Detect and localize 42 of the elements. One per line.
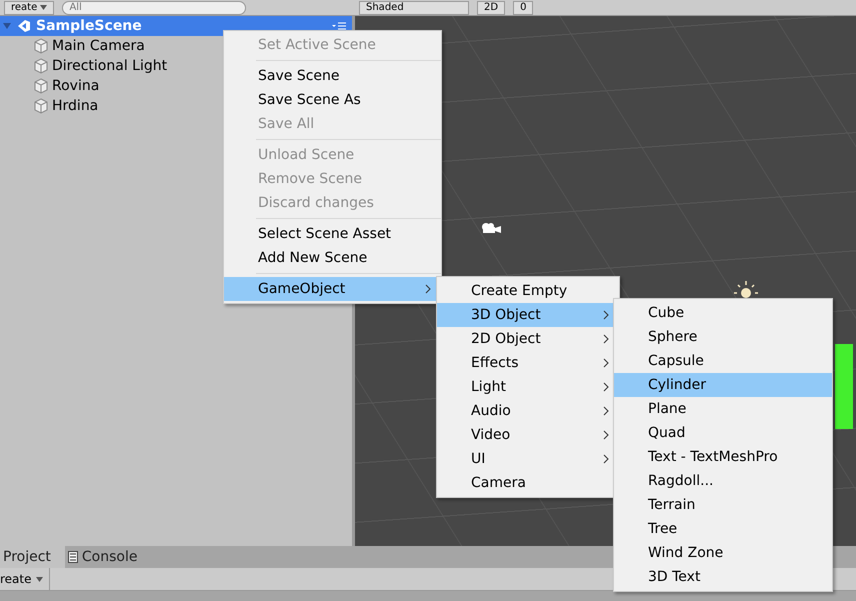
menu-item[interactable]: Text - TextMeshPro — [614, 445, 832, 469]
menu-item[interactable]: Terrain — [614, 493, 832, 517]
menu-item[interactable]: Select Scene Asset — [224, 222, 441, 246]
chevron-right-icon — [603, 334, 609, 344]
chevron-right-icon — [603, 358, 609, 368]
unity-logo-icon — [16, 18, 32, 34]
expand-triangle-icon — [2, 21, 12, 31]
menu-item[interactable]: Wind Zone — [614, 541, 832, 565]
menu-item[interactable]: Save Scene As — [224, 88, 441, 112]
menu-item[interactable]: Plane — [614, 397, 832, 421]
menu-item[interactable]: Save Scene — [224, 64, 441, 88]
menu-item[interactable]: Tree — [614, 517, 832, 541]
panel-tab[interactable]: Console — [64, 546, 152, 568]
menu-item[interactable]: Add New Scene — [224, 246, 441, 270]
menu-item[interactable]: Ragdoll... — [614, 469, 832, 493]
menu-item[interactable]: Sphere — [614, 325, 832, 349]
chevron-right-icon — [603, 454, 609, 464]
create-dropdown[interactable]: reate — [4, 0, 54, 14]
cube-icon — [33, 38, 49, 54]
menu-item[interactable]: 3D Text — [614, 565, 832, 589]
chevron-right-icon — [425, 284, 431, 294]
dropdown-arrow-icon — [36, 576, 42, 582]
console-icon — [68, 551, 78, 563]
search-field[interactable]: All — [62, 0, 246, 14]
dropdown-arrow-icon — [40, 4, 48, 10]
camera-icon — [480, 221, 502, 235]
create-dropdown[interactable]: reate — [0, 568, 50, 590]
chevron-right-icon — [603, 382, 609, 392]
panel-tab[interactable]: Project — [0, 546, 65, 568]
shading-dropdown[interactable]: Shaded — [359, 0, 469, 14]
menu-item[interactable]: Capsule — [614, 349, 832, 373]
menu-item[interactable]: Quad — [614, 421, 832, 445]
chevron-right-icon — [603, 430, 609, 440]
chevron-right-icon — [603, 406, 609, 416]
menu-item[interactable]: Cylinder — [614, 373, 832, 397]
cube-icon — [33, 78, 49, 94]
cube-icon — [33, 58, 49, 74]
chevron-right-icon — [603, 310, 609, 320]
menu-icon[interactable] — [332, 22, 346, 30]
cube-icon — [33, 98, 49, 114]
2d-toggle[interactable]: 2D — [477, 0, 506, 14]
hidden-count[interactable]: 0 — [513, 0, 534, 14]
